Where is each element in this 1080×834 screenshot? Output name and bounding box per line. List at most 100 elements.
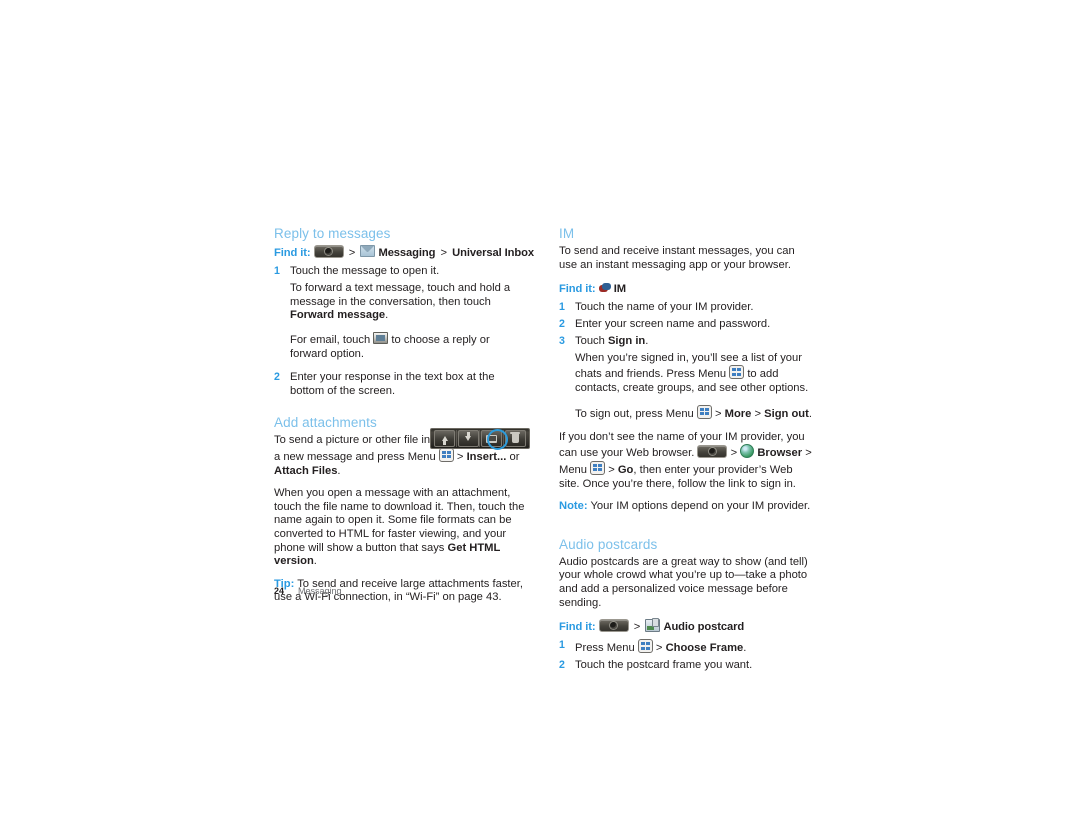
attach-text-d: . xyxy=(337,464,341,477)
browser-bold: Browser xyxy=(757,447,803,460)
paragraph-use-web-browser: If you don’t see the name of your IM pro… xyxy=(559,431,812,491)
home-key-icon xyxy=(598,619,629,633)
find-it-reply: Find it: > Messaging > Universal Inbox xyxy=(274,245,534,261)
step-reply-1: 1 Touch the message to open it. xyxy=(274,265,527,279)
browser-text-b: > xyxy=(727,447,741,460)
forward-text-a: To forward a text message, touch and hol… xyxy=(290,281,511,308)
page-number: 24 xyxy=(274,586,285,596)
paragraph-audio-postcards-intro: Audio postcards are a great way to show … xyxy=(559,555,808,609)
heading-im: IM xyxy=(559,226,575,241)
find-it-separator: > xyxy=(633,621,641,634)
menu-key-icon xyxy=(729,365,745,380)
find-it-separator: > xyxy=(348,247,356,259)
step-number: 1 xyxy=(559,639,565,652)
paragraph-signed-in: When you’re signed in, you’ll see a list… xyxy=(559,352,812,396)
step-number: 1 xyxy=(559,301,565,314)
sign-in-bold: Sign in xyxy=(607,334,646,347)
attach-text-c: or xyxy=(506,450,520,463)
sign-out-text-a: To sign out, press Menu xyxy=(575,407,697,420)
home-key-icon xyxy=(697,445,728,459)
right-column: IM To send and receive instant messages,… xyxy=(559,226,812,676)
messaging-envelope-icon xyxy=(360,245,376,257)
sign-out-text-d: . xyxy=(808,407,812,420)
page-footer: 24 Messaging xyxy=(274,586,342,596)
menu-key-icon xyxy=(590,460,606,475)
paragraph-open-attachment: When you open a message with an attachme… xyxy=(274,487,527,569)
forward-message-bold: Forward message xyxy=(290,309,386,322)
audio-postcard-icon xyxy=(645,618,661,633)
step-number: 2 xyxy=(274,370,280,383)
step-audio-2: 2 Touch the postcard frame you want. xyxy=(559,659,812,673)
action-bar-delete-button xyxy=(504,430,526,448)
footer-section-name: Messaging xyxy=(298,586,342,596)
find-it-app-messaging: Messaging xyxy=(378,247,436,259)
action-bar-next-button xyxy=(457,430,479,448)
step-text: Touch the postcard frame you want. xyxy=(575,658,753,671)
paragraph-email-reply: For email, touch to choose a reply or fo… xyxy=(274,332,527,362)
manual-page: Reply to messages Find it: > Messaging >… xyxy=(0,0,1080,834)
note-im-options: Note: Your IM options depend on your IM … xyxy=(559,500,812,514)
find-it-label: Find it: xyxy=(274,247,311,259)
step-text-b: > xyxy=(652,642,666,655)
paragraph-sign-out: To sign out, press Menu > More > Sign ou… xyxy=(559,404,812,422)
note-text: Your IM options depend on your IM provid… xyxy=(587,500,811,513)
find-it-app-audio-postcard: Audio postcard xyxy=(663,621,745,634)
arrow-up-icon xyxy=(441,436,448,446)
im-bubbles-icon xyxy=(598,283,611,294)
step-text-b: . xyxy=(645,334,649,347)
step-text: Enter your response in the text box at t… xyxy=(290,370,495,397)
forward-text-b: . xyxy=(385,309,389,322)
attach-text-b: > xyxy=(453,450,467,463)
action-bar-divider-1 xyxy=(455,430,457,448)
step-number: 1 xyxy=(274,265,280,277)
menu-key-icon xyxy=(696,404,712,419)
find-it-app-im: IM xyxy=(613,283,626,296)
step-text: Enter your screen name and password. xyxy=(575,317,771,330)
find-it-label: Find it: xyxy=(559,283,596,296)
browser-text-d: > xyxy=(605,463,618,476)
home-key-icon xyxy=(313,245,344,258)
step-text: Touch the name of your IM provider. xyxy=(575,301,754,314)
step-audio-1: 1 Press Menu > Choose Frame. xyxy=(559,639,812,656)
step-number: 2 xyxy=(559,317,565,330)
step-text: Touch the message to open it. xyxy=(290,265,440,277)
find-it-separator-2: > xyxy=(440,247,448,259)
email-reply-text-a: For email, touch xyxy=(290,334,374,347)
action-bar-previous-button xyxy=(434,430,455,448)
heading-audio-postcards: Audio postcards xyxy=(559,536,658,552)
paragraph-forward-text-message: To forward a text message, touch and hol… xyxy=(274,282,527,323)
insert-bold: Insert... xyxy=(466,450,507,463)
reply-icon xyxy=(373,332,389,345)
sign-out-text-b: > xyxy=(711,407,725,420)
choose-frame-bold: Choose Frame xyxy=(665,642,744,655)
paragraph-im-intro: To send and receive instant messages, yo… xyxy=(559,245,795,271)
find-it-im: Find it: IM xyxy=(559,281,812,297)
sign-out-text-c: > xyxy=(751,407,765,420)
note-label: Note: xyxy=(559,500,588,513)
sign-out-bold: Sign out xyxy=(764,407,809,420)
find-it-label: Find it: xyxy=(559,621,596,634)
find-it-target-universal-inbox: Universal Inbox xyxy=(452,247,534,259)
browser-globe-icon xyxy=(740,444,755,459)
heading-reply-to-messages: Reply to messages xyxy=(274,226,391,241)
attach-files-bold: Attach Files xyxy=(274,464,338,477)
open-attachment-text-b: . xyxy=(313,555,317,568)
find-it-audio-postcard: Find it: > Audio postcard xyxy=(559,618,812,635)
trash-icon xyxy=(510,431,521,444)
step-text-c: . xyxy=(743,642,747,655)
left-column: Reply to messages Find it: > Messaging >… xyxy=(274,226,534,614)
step-reply-2: 2 Enter your response in the text box at… xyxy=(274,371,527,399)
arrow-down-icon xyxy=(465,432,472,442)
highlight-ring-callout xyxy=(487,429,508,451)
step-im-1: 1 Touch the name of your IM provider. xyxy=(559,301,812,315)
more-bold: More xyxy=(724,407,752,420)
step-text-a: Press Menu xyxy=(575,642,638,655)
go-bold: Go xyxy=(617,463,634,476)
step-number: 3 xyxy=(559,334,565,347)
step-im-3: 3 Touch Sign in. xyxy=(559,335,812,349)
email-action-bar-figure xyxy=(430,428,530,451)
step-number: 2 xyxy=(559,658,565,671)
menu-key-icon xyxy=(637,639,653,654)
